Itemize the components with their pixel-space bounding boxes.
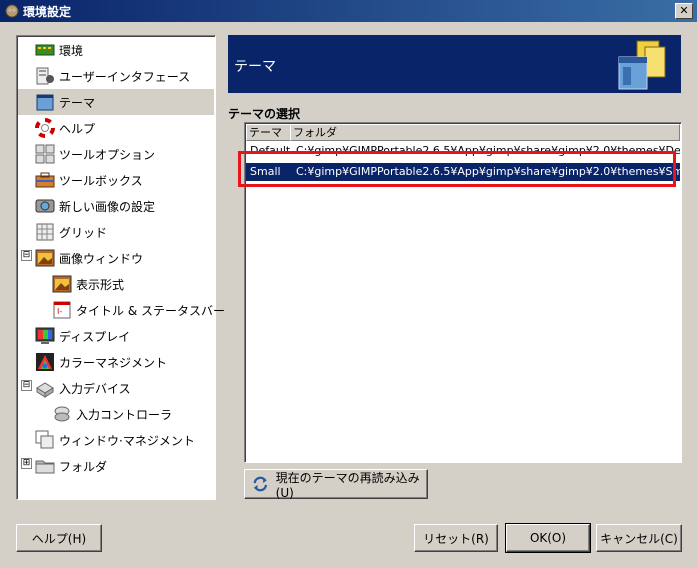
tool-options-icon	[35, 144, 55, 164]
input-devices-icon	[36, 382, 54, 398]
tree-item-theme[interactable]: テーマ	[18, 89, 214, 115]
input-controllers-icon	[54, 406, 70, 422]
new-image-icon	[35, 199, 55, 213]
tree-item-user-interface[interactable]: ユーザーインタフェース	[35, 63, 190, 89]
collapse-input-devices-toggle[interactable]: ⊟	[21, 380, 32, 391]
theme-icon	[36, 94, 54, 111]
color-management-icon	[36, 353, 54, 371]
tree-item-tool-options[interactable]: ツールオプション	[35, 141, 155, 167]
tree-item-toolbox[interactable]: ツールボックス	[35, 167, 143, 193]
tree-item-grid[interactable]: グリッド	[35, 219, 107, 245]
tree-item-input-controllers[interactable]: 入力コントローラ	[52, 401, 172, 427]
refresh-icon	[253, 476, 268, 492]
gimp-app-icon	[5, 4, 19, 18]
reload-theme-label: 現在のテーマの再読み込み(U)	[275, 470, 420, 500]
folders-icon	[35, 460, 55, 474]
title-statusbar-icon: I-	[53, 301, 71, 319]
tree-item-window-management[interactable]: ウィンドウ·マネジメント	[35, 427, 195, 453]
collapse-image-window-toggle[interactable]: ⊟	[21, 250, 32, 261]
column-header-theme[interactable]: テーマ	[246, 124, 291, 141]
user-interface-icon	[36, 67, 54, 85]
tree-item-input-devices[interactable]: 入力デバイス	[35, 375, 131, 401]
theme-icon	[618, 40, 666, 90]
environment-icon	[35, 44, 55, 56]
svg-text:I-: I-	[57, 307, 62, 316]
window-management-icon	[35, 430, 54, 449]
tree-item-title-statusbar[interactable]: I- タイトル & ステータスバー	[52, 297, 225, 323]
tree-item-help[interactable]: ヘルプ	[35, 115, 95, 141]
reload-theme-button[interactable]: 現在のテーマの再読み込み(U)	[244, 469, 428, 500]
window-title: 環境設定	[23, 5, 72, 19]
close-button[interactable]: ✕	[675, 3, 693, 19]
selection-highlight-box	[238, 151, 676, 187]
reset-button[interactable]: リセット(R)	[414, 524, 498, 552]
tree-item-appearance[interactable]: 表示形式	[52, 271, 124, 297]
grid-icon	[36, 223, 54, 241]
expand-folders-toggle[interactable]: ⊞	[21, 458, 32, 469]
column-header-folder[interactable]: フォルダ	[290, 124, 680, 141]
list-header: テーマ フォルダ	[246, 124, 680, 141]
preferences-tree[interactable]: 環境 ユーザーインタフェース テーマ ヘルプ ツールオプション ツールボックス …	[16, 35, 225, 500]
appearance-icon	[52, 275, 72, 293]
tree-item-image-window[interactable]: 画像ウィンドウ	[35, 245, 143, 271]
page-title: テーマ	[234, 59, 276, 75]
page-banner: テーマ	[228, 35, 681, 93]
tree-item-color-management[interactable]: カラーマネジメント	[35, 349, 167, 375]
cancel-button[interactable]: キャンセル(C)	[596, 524, 682, 552]
ok-button[interactable]: OK(O)	[505, 523, 591, 553]
tree-item-new-image[interactable]: 新しい画像の設定	[35, 193, 155, 219]
help-button[interactable]: ヘルプ(H)	[16, 524, 102, 552]
image-window-icon	[35, 249, 55, 267]
tree-item-folders[interactable]: フォルダ	[35, 453, 107, 479]
title-bar: 環境設定 ✕	[0, 0, 697, 22]
tree-item-environment[interactable]: 環境	[35, 37, 83, 63]
theme-selection-title: テーマの選択	[228, 107, 301, 121]
display-icon	[35, 327, 55, 344]
toolbox-icon	[35, 172, 55, 188]
help-lifebuoy-icon	[35, 118, 55, 138]
tree-item-display[interactable]: ディスプレイ	[35, 323, 130, 349]
